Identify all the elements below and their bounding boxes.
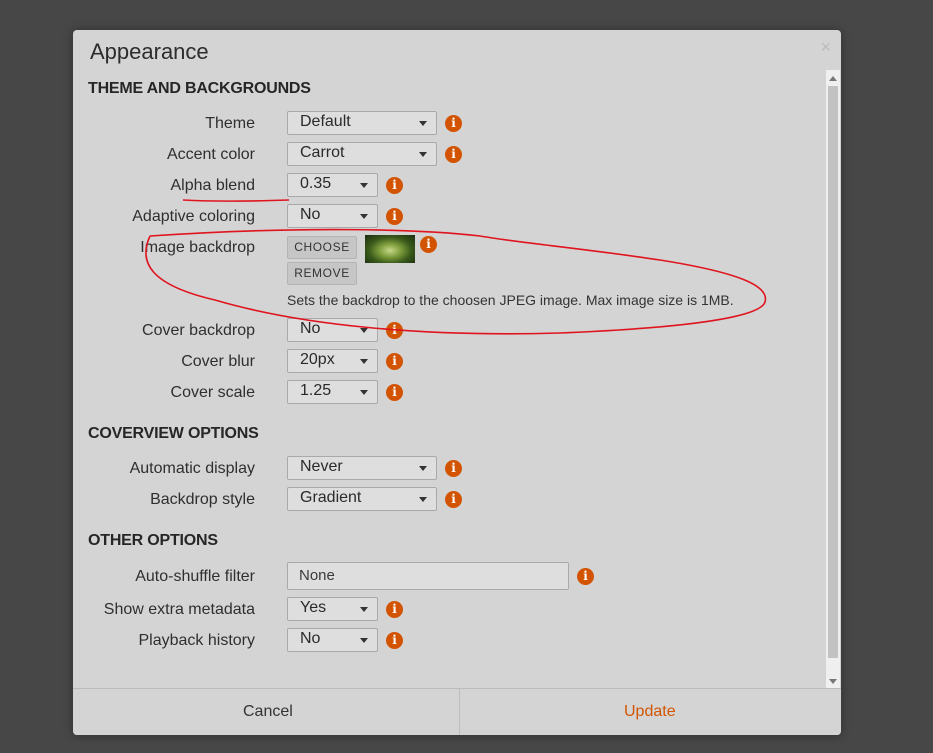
backdrop-style-value: Gradient (300, 489, 362, 506)
chevron-down-icon (419, 152, 427, 157)
info-icon[interactable]: i (386, 632, 403, 649)
auto-shuffle-filter-input[interactable]: None (287, 562, 569, 590)
info-icon[interactable]: i (386, 322, 403, 339)
cover-blur-label: Cover blur (181, 353, 255, 370)
backdrop-style-label: Backdrop style (150, 491, 255, 508)
info-icon[interactable]: i (386, 177, 403, 194)
cover-backdrop-select[interactable]: No (287, 318, 378, 342)
image-backdrop-hint: Sets the backdrop to the choosen JPEG im… (287, 292, 734, 308)
chevron-down-icon (360, 328, 368, 333)
chevron-down-icon (360, 183, 368, 188)
info-icon[interactable]: i (577, 568, 594, 585)
scrollbar-thumb[interactable] (828, 86, 838, 658)
adaptive-coloring-value: No (300, 206, 321, 223)
info-icon[interactable]: i (386, 384, 403, 401)
chevron-down-icon (360, 638, 368, 643)
cover-scale-label: Cover scale (170, 384, 255, 401)
chevron-down-icon (360, 214, 368, 219)
accent-color-select[interactable]: Carrot (287, 142, 437, 166)
alpha-blend-value: 0.35 (300, 175, 332, 192)
info-icon[interactable]: i (420, 236, 437, 253)
footer-divider (459, 689, 460, 735)
section-theme-and-backgrounds: THEME AND BACKGROUNDS (88, 80, 311, 97)
close-icon[interactable]: × (820, 37, 831, 58)
chevron-down-icon (360, 359, 368, 364)
chevron-down-icon (419, 497, 427, 502)
info-icon[interactable]: i (445, 491, 462, 508)
theme-select[interactable]: Default (287, 111, 437, 135)
settings-scroll-area: THEME AND BACKGROUNDS Theme Default i Ac… (73, 70, 825, 690)
info-icon[interactable]: i (386, 353, 403, 370)
automatic-display-value: Never (300, 458, 343, 475)
info-icon[interactable]: i (386, 208, 403, 225)
automatic-display-select[interactable]: Never (287, 456, 437, 480)
chevron-down-icon (419, 121, 427, 126)
cover-backdrop-value: No (300, 320, 321, 337)
dialog-title: Appearance (90, 39, 209, 64)
info-icon[interactable]: i (445, 146, 462, 163)
adaptive-coloring-select[interactable]: No (287, 204, 378, 228)
playback-history-label: Playback history (138, 632, 256, 649)
cover-scale-select[interactable]: 1.25 (287, 380, 378, 404)
image-backdrop-label: Image backdrop (140, 239, 255, 256)
alpha-blend-select[interactable]: 0.35 (287, 173, 378, 197)
chevron-down-icon (360, 390, 368, 395)
section-coverview-options: COVERVIEW OPTIONS (88, 425, 259, 442)
cancel-button[interactable]: Cancel (243, 703, 293, 721)
alpha-blend-label: Alpha blend (170, 177, 255, 194)
playback-history-value: No (300, 630, 321, 647)
dialog-footer: Cancel Update (73, 688, 841, 735)
scroll-down-arrow-icon[interactable] (829, 679, 837, 684)
choose-image-button[interactable]: CHOOSE (287, 236, 357, 259)
show-extra-metadata-select[interactable]: Yes (287, 597, 378, 621)
accent-color-value: Carrot (300, 144, 345, 161)
vertical-scrollbar[interactable] (826, 70, 840, 690)
remove-image-button[interactable]: REMOVE (287, 262, 357, 285)
chevron-down-icon (419, 466, 427, 471)
show-extra-metadata-label: Show extra metadata (103, 601, 255, 618)
backdrop-thumbnail (365, 235, 415, 263)
theme-label: Theme (205, 115, 255, 132)
cover-scale-value: 1.25 (300, 382, 332, 399)
cover-blur-value: 20px (300, 351, 335, 368)
adaptive-coloring-label: Adaptive coloring (132, 208, 255, 225)
info-icon[interactable]: i (386, 601, 403, 618)
theme-value: Default (300, 113, 351, 130)
auto-shuffle-filter-label: Auto-shuffle filter (135, 568, 255, 585)
info-icon[interactable]: i (445, 460, 462, 477)
chevron-down-icon (360, 607, 368, 612)
update-button[interactable]: Update (624, 703, 676, 721)
playback-history-select[interactable]: No (287, 628, 378, 652)
cover-backdrop-label: Cover backdrop (142, 322, 255, 339)
cover-blur-select[interactable]: 20px (287, 349, 378, 373)
info-icon[interactable]: i (445, 115, 462, 132)
automatic-display-label: Automatic display (129, 460, 255, 477)
appearance-dialog: Appearance × THEME AND BACKGROUNDS Theme… (73, 30, 841, 735)
section-other-options: OTHER OPTIONS (88, 532, 218, 549)
accent-color-label: Accent color (166, 146, 255, 163)
show-extra-metadata-value: Yes (300, 599, 327, 616)
scroll-up-arrow-icon[interactable] (829, 76, 837, 81)
backdrop-style-select[interactable]: Gradient (287, 487, 437, 511)
